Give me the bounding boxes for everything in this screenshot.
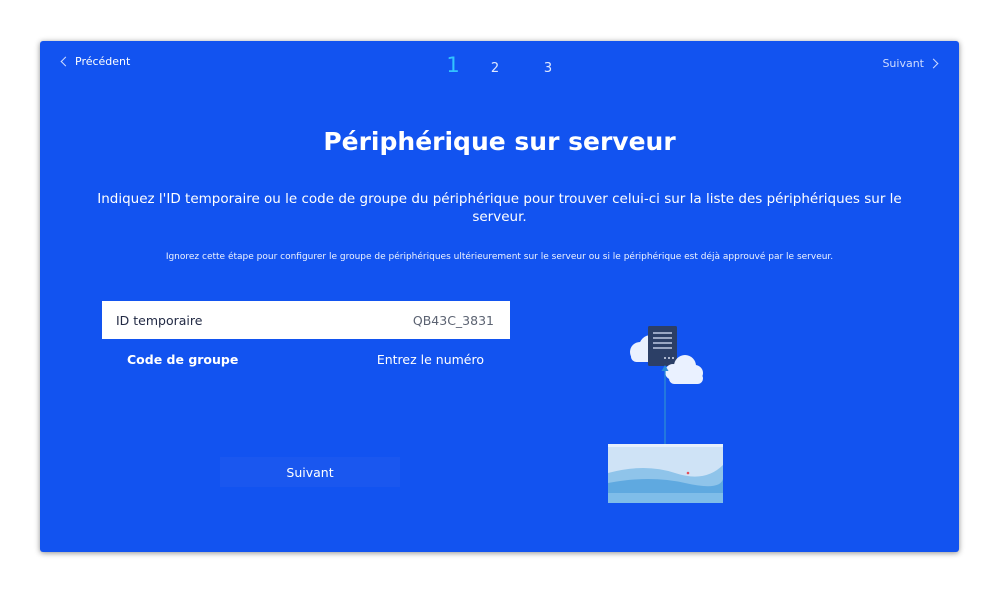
step-indicator: 1 2 3 bbox=[438, 53, 574, 77]
skip-note: Ignorez cette étape pour configurer le g… bbox=[165, 252, 834, 262]
next-nav-button[interactable]: Suivant bbox=[882, 57, 939, 70]
step-1[interactable]: 1 bbox=[438, 53, 468, 77]
previous-button[interactable]: Précédent bbox=[60, 55, 131, 68]
group-code-row[interactable]: Code de groupe Entrez le numéro bbox=[102, 340, 510, 378]
step-2[interactable]: 2 bbox=[468, 61, 522, 76]
display-panel-icon bbox=[608, 444, 723, 503]
group-code-label: Code de groupe bbox=[127, 351, 239, 367]
sync-arrow-icon bbox=[661, 365, 669, 453]
group-code-input[interactable]: Entrez le numéro bbox=[377, 352, 484, 367]
chevron-left-icon bbox=[60, 56, 71, 67]
setup-screen: Précédent 1 2 3 Suivant Périphérique sur… bbox=[40, 41, 959, 552]
chevron-right-icon bbox=[928, 58, 939, 69]
temporary-id-row[interactable]: ID temporaire QB43C_3831 bbox=[102, 301, 510, 339]
next-nav-label: Suivant bbox=[882, 57, 924, 70]
temporary-id-label: ID temporaire bbox=[116, 312, 203, 328]
next-button[interactable]: Suivant bbox=[220, 457, 400, 487]
step-3[interactable]: 3 bbox=[522, 61, 574, 76]
page-title: Périphérique sur serveur bbox=[323, 127, 676, 156]
previous-label: Précédent bbox=[75, 55, 131, 68]
server-cloud-sync-icon bbox=[608, 326, 723, 503]
temporary-id-value: QB43C_3831 bbox=[412, 312, 494, 328]
instruction-text: Indiquez l'ID temporaire ou le code de g… bbox=[97, 191, 902, 225]
server-icon bbox=[648, 326, 677, 366]
